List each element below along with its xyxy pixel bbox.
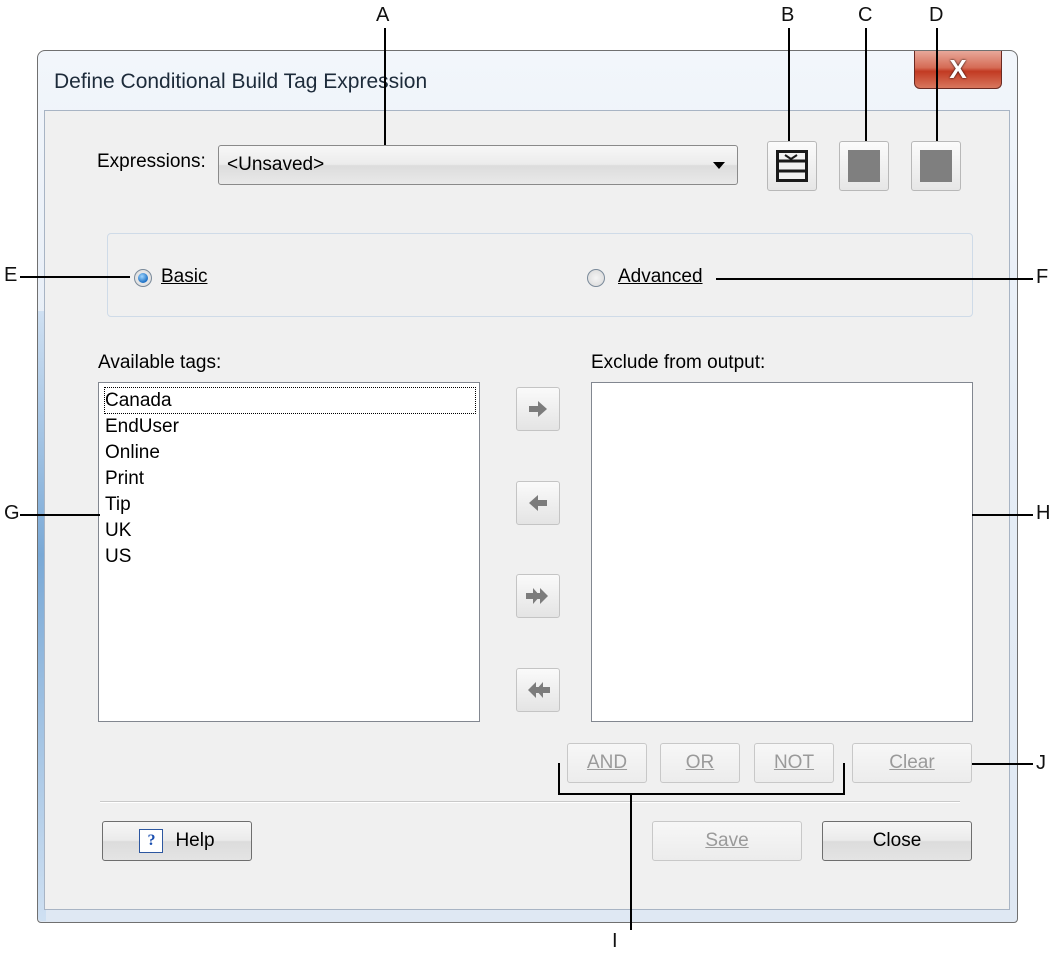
- help-button[interactable]: ? Help: [102, 821, 252, 861]
- callout-i: I: [612, 930, 618, 952]
- callout-c: C: [858, 4, 873, 26]
- move-all-left-button[interactable]: [516, 668, 560, 712]
- tool-button-c[interactable]: [839, 141, 889, 191]
- callout-a: A: [376, 4, 390, 26]
- exclude-label: Exclude from output:: [591, 352, 766, 373]
- available-tags-list[interactable]: Canada EndUser Online Print Tip UK US: [98, 382, 480, 722]
- list-item[interactable]: Print: [105, 466, 144, 491]
- callout-line-i: [630, 793, 632, 930]
- expressions-selected-value: <Unsaved>: [227, 154, 325, 175]
- edit-expression-button[interactable]: [767, 141, 817, 191]
- or-button[interactable]: OR: [660, 743, 740, 783]
- available-tags-label: Available tags:: [98, 352, 222, 373]
- callout-bracket-i-left: [558, 763, 560, 795]
- help-icon: ?: [139, 828, 164, 853]
- basic-radio-label[interactable]: Basic: [161, 266, 207, 288]
- callout-line-e: [20, 276, 130, 278]
- not-button[interactable]: NOT: [754, 743, 834, 783]
- mode-group: [107, 233, 973, 317]
- callout-line-d: [936, 28, 938, 141]
- basic-radio[interactable]: [134, 269, 152, 287]
- close-button[interactable]: Close: [822, 821, 972, 861]
- move-all-left-icon: [528, 682, 550, 698]
- and-button[interactable]: AND: [567, 743, 647, 783]
- expressions-dropdown[interactable]: <Unsaved>: [218, 145, 738, 185]
- callout-line-h: [972, 514, 1033, 516]
- exclude-list[interactable]: [591, 382, 973, 722]
- chevron-down-icon: [713, 162, 725, 169]
- move-right-button[interactable]: [516, 387, 560, 431]
- save-button[interactable]: Save: [652, 821, 802, 861]
- window-close-button[interactable]: X: [914, 51, 1002, 89]
- callout-h: H: [1036, 502, 1051, 524]
- move-left-button[interactable]: [516, 481, 560, 525]
- callout-b: B: [781, 4, 795, 26]
- callout-line-f: [716, 278, 1033, 280]
- callout-g: G: [4, 502, 20, 524]
- tool-button-d[interactable]: [911, 141, 961, 191]
- move-left-icon: [529, 495, 547, 511]
- list-item[interactable]: Online: [105, 440, 160, 465]
- callout-line-a: [384, 28, 386, 145]
- callout-d: D: [929, 4, 944, 26]
- callout-line-b: [788, 28, 790, 141]
- clear-button[interactable]: Clear: [852, 743, 972, 783]
- expressions-label: Expressions:: [97, 151, 206, 172]
- gray-square-icon: [920, 150, 952, 182]
- expression-edit-icon: [776, 150, 808, 182]
- callout-f: F: [1036, 266, 1049, 288]
- callout-line-j: [972, 763, 1033, 765]
- close-icon: X: [949, 54, 967, 84]
- list-item[interactable]: Canada: [104, 387, 476, 414]
- help-button-label: Help: [175, 830, 215, 851]
- callout-e: E: [4, 264, 18, 286]
- callout-line-g: [20, 514, 100, 516]
- callout-line-c: [865, 28, 867, 141]
- move-right-icon: [529, 401, 547, 417]
- move-all-right-icon: [526, 588, 548, 604]
- list-item[interactable]: UK: [105, 518, 131, 543]
- list-item[interactable]: Tip: [105, 492, 131, 517]
- window-title: Define Conditional Build Tag Expression: [54, 70, 428, 93]
- gray-square-icon: [848, 150, 880, 182]
- callout-bracket-i-right: [843, 763, 845, 795]
- callout-j: J: [1036, 752, 1046, 774]
- callout-bracket-i-bottom: [558, 793, 845, 795]
- move-all-right-button[interactable]: [516, 574, 560, 618]
- list-item[interactable]: EndUser: [105, 414, 179, 439]
- advanced-radio-label[interactable]: Advanced: [618, 266, 703, 288]
- list-item[interactable]: US: [105, 544, 131, 569]
- footer-separator: [100, 801, 960, 802]
- advanced-radio[interactable]: [587, 269, 605, 287]
